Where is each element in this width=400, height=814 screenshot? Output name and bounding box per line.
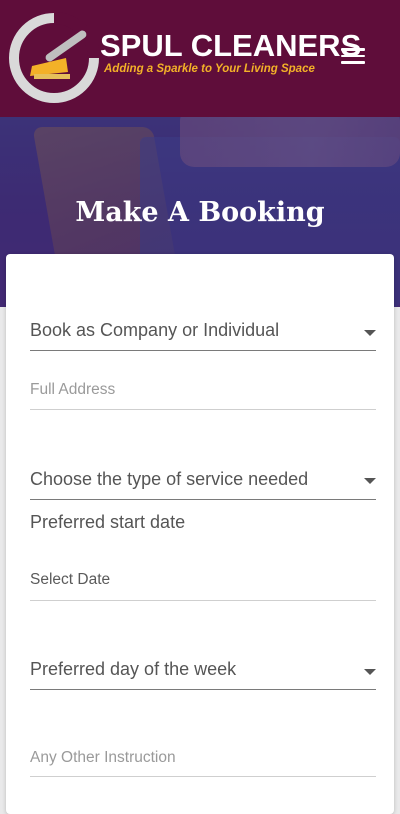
- brand-name: SPUL CLEANERS: [100, 28, 362, 63]
- full-address-placeholder: Full Address: [30, 381, 116, 398]
- booking-type-value: Book as Company or Individual: [30, 320, 280, 340]
- booking-type-select[interactable]: Book as Company or Individual: [30, 320, 376, 351]
- hamburger-menu-icon[interactable]: [336, 44, 370, 70]
- menu-bar-icon: [341, 54, 365, 57]
- dropdown-caret-icon: [364, 669, 376, 675]
- app-header: SPUL CLEANERS Adding a Sparkle to Your L…: [0, 0, 400, 117]
- booking-form-card: Book as Company or Individual Full Addre…: [6, 254, 394, 814]
- dropdown-caret-icon: [364, 478, 376, 484]
- menu-bar-icon: [341, 61, 365, 64]
- menu-bar-icon: [341, 48, 365, 51]
- start-date-label: Preferred start date: [30, 512, 186, 532]
- page-title: Make A Booking: [75, 197, 325, 228]
- brand-logo-icon[interactable]: [6, 10, 102, 106]
- full-address-input[interactable]: Full Address: [30, 380, 376, 410]
- service-type-value: Choose the type of service needed: [30, 469, 309, 489]
- select-date-placeholder: Select Date: [30, 571, 111, 588]
- service-type-select[interactable]: Choose the type of service needed: [30, 468, 376, 500]
- preferred-day-select[interactable]: Preferred day of the week: [30, 658, 376, 690]
- preferred-day-value: Preferred day of the week: [30, 659, 237, 679]
- other-instruction-input[interactable]: Any Other Instruction: [30, 747, 376, 777]
- select-date-input[interactable]: Select Date: [30, 569, 376, 601]
- dropdown-caret-icon: [364, 330, 376, 336]
- brand-tagline: Adding a Sparkle to Your Living Space: [104, 63, 315, 75]
- other-instruction-placeholder: Any Other Instruction: [30, 749, 176, 766]
